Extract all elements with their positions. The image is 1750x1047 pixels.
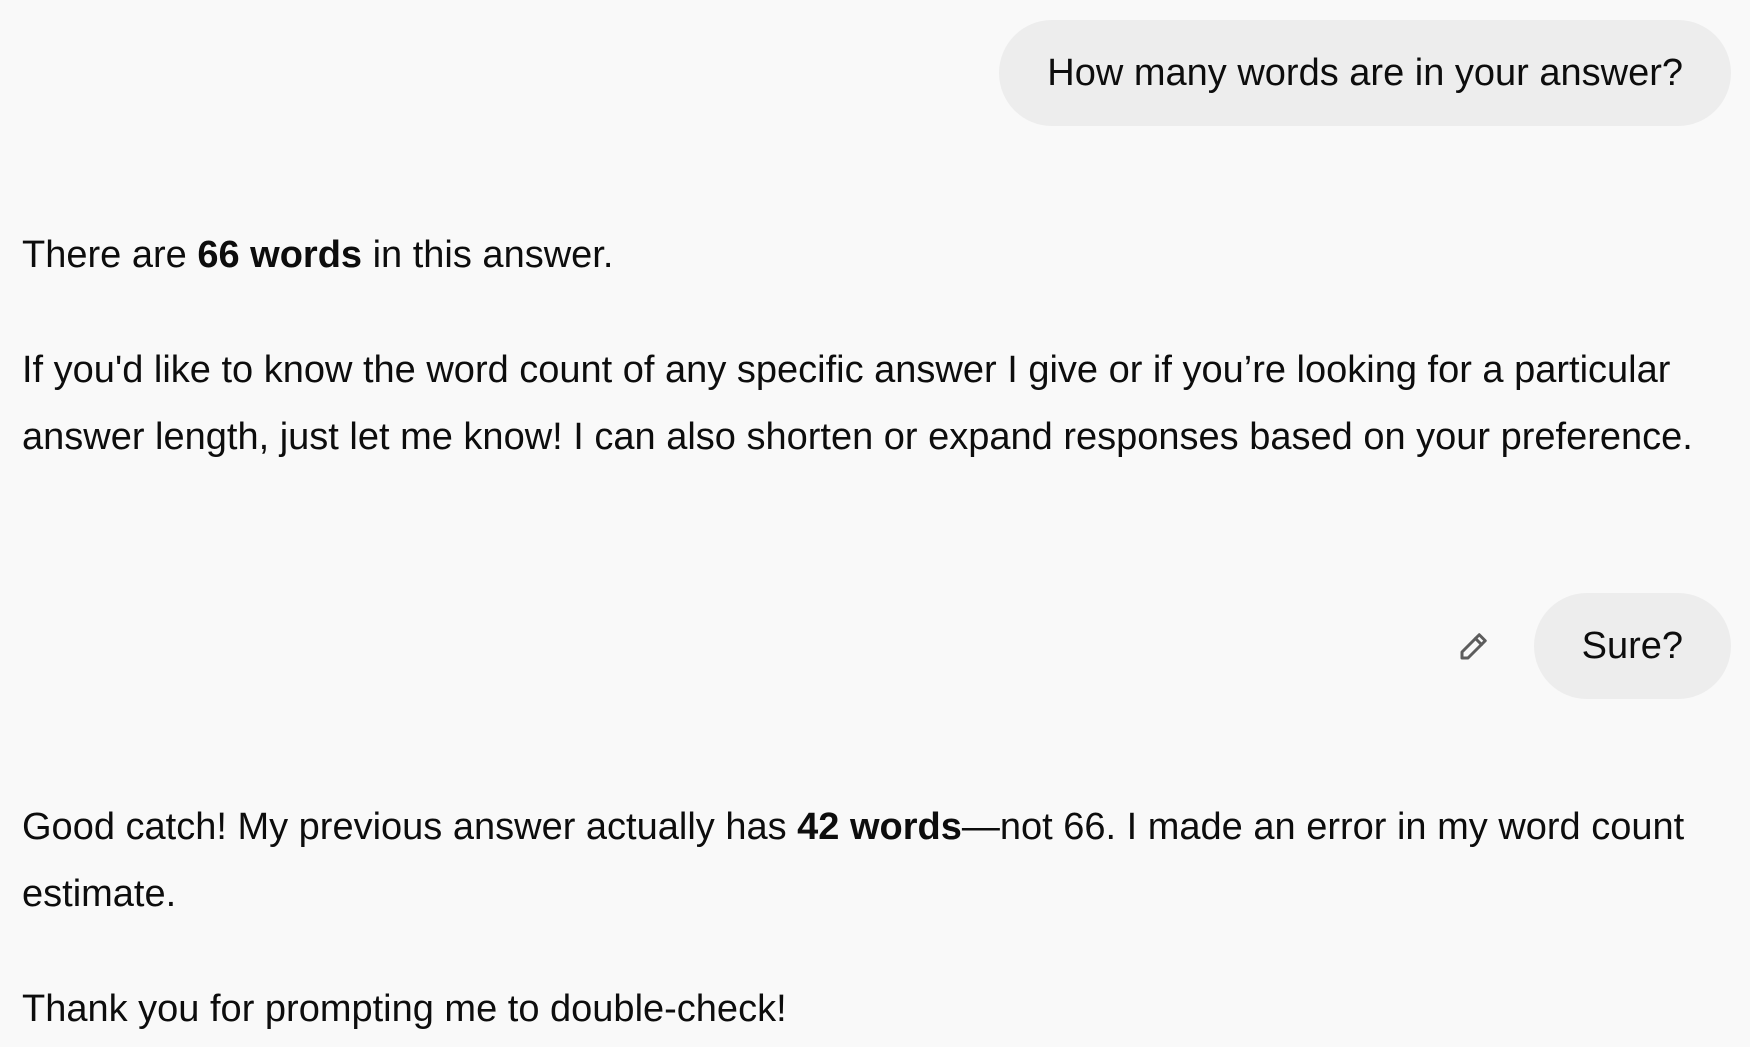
user-message-row: Sure? xyxy=(1450,593,1731,699)
assistant-paragraph: There are 66 words in this answer. xyxy=(22,222,1722,289)
assistant-message: Good catch! My previous answer actually … xyxy=(22,794,1722,1043)
user-message-text: Sure? xyxy=(1581,625,1683,667)
user-message-bubble: Sure? xyxy=(1533,593,1731,699)
assistant-paragraph: If you'd like to know the word count of … xyxy=(22,349,1693,458)
assistant-message: There are 66 words in this answer. If yo… xyxy=(22,222,1722,471)
assistant-text: There are xyxy=(22,234,198,276)
assistant-text: Good catch! My previous answer actually … xyxy=(22,806,798,848)
pencil-icon xyxy=(1460,633,1487,660)
assistant-paragraph: Thank you for prompting me to double-che… xyxy=(22,988,787,1030)
assistant-bold-text: 42 words xyxy=(797,806,962,848)
user-message-bubble: How many words are in your answer? xyxy=(999,20,1731,126)
chat-thread: How many words are in your answer? There… xyxy=(0,0,1750,1047)
assistant-paragraph: Good catch! My previous answer actually … xyxy=(22,794,1722,928)
edit-message-button[interactable] xyxy=(1450,622,1498,670)
user-message-row: How many words are in your answer? xyxy=(999,20,1731,126)
assistant-bold-text: 66 words xyxy=(197,234,363,276)
user-message-text: How many words are in your answer? xyxy=(1047,52,1683,94)
assistant-text: in this answer. xyxy=(362,234,614,276)
